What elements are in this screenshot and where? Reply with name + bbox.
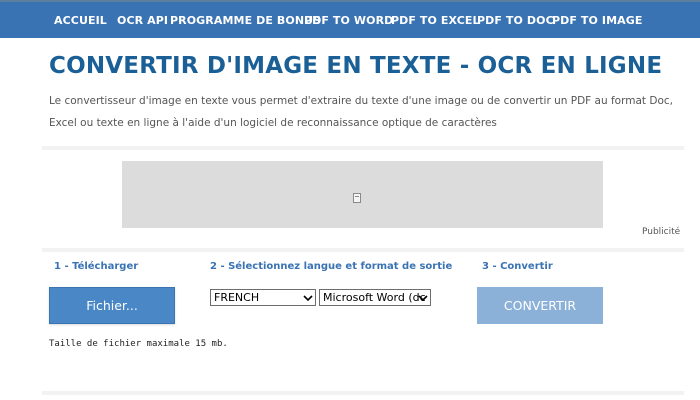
step-convert-label: 3 - Convertir — [482, 261, 553, 272]
advertisement-placeholder[interactable] — [122, 161, 603, 228]
language-select-value: FRENCH — [214, 291, 260, 304]
intro-text: Le convertisseur d'image en texte vous p… — [49, 95, 673, 129]
divider-bottom — [42, 391, 684, 395]
step-upload-label: 1 - Télécharger — [54, 261, 139, 272]
language-select[interactable]: FRENCH — [210, 289, 316, 306]
chevron-down-icon — [418, 295, 428, 302]
output-format-select[interactable]: Microsoft Word (dc — [319, 289, 431, 306]
nav-item-pdf-to-doc[interactable]: PDF TO DOC — [477, 14, 554, 27]
step-select-label: 2 - Sélectionnez langue et format de sor… — [210, 261, 453, 272]
chevron-down-icon — [303, 295, 313, 302]
nav-item-pdf-to-image[interactable]: PDF TO IMAGE — [552, 14, 643, 27]
top-navigation-bar: ACCUEIL OCR API PROGRAMME DE BONUS PDF T… — [0, 0, 700, 38]
nav-item-pdf-to-word[interactable]: PDF TO WORD — [304, 14, 393, 27]
max-file-size-note: Taille de fichier maximale 15 mb. — [49, 339, 228, 349]
ad-label: Publicité — [642, 227, 681, 237]
divider-middle — [42, 248, 684, 252]
convert-button[interactable]: CONVERTIR — [477, 287, 603, 324]
nav-item-programme-de-bonus[interactable]: PROGRAMME DE BONUS — [170, 14, 321, 27]
page-title: CONVERTIR D'IMAGE EN TEXTE - OCR EN LIGN… — [49, 53, 663, 79]
divider-top — [42, 146, 684, 150]
nav-item-accueil[interactable]: ACCUEIL — [54, 14, 107, 27]
nav-item-ocr-api[interactable]: OCR API — [117, 14, 168, 27]
broken-image-icon — [353, 193, 361, 203]
nav-item-pdf-to-excel[interactable]: PDF TO EXCEL — [391, 14, 480, 27]
file-upload-button[interactable]: Fichier... — [49, 287, 175, 324]
output-format-select-value: Microsoft Word (dc — [323, 291, 426, 304]
